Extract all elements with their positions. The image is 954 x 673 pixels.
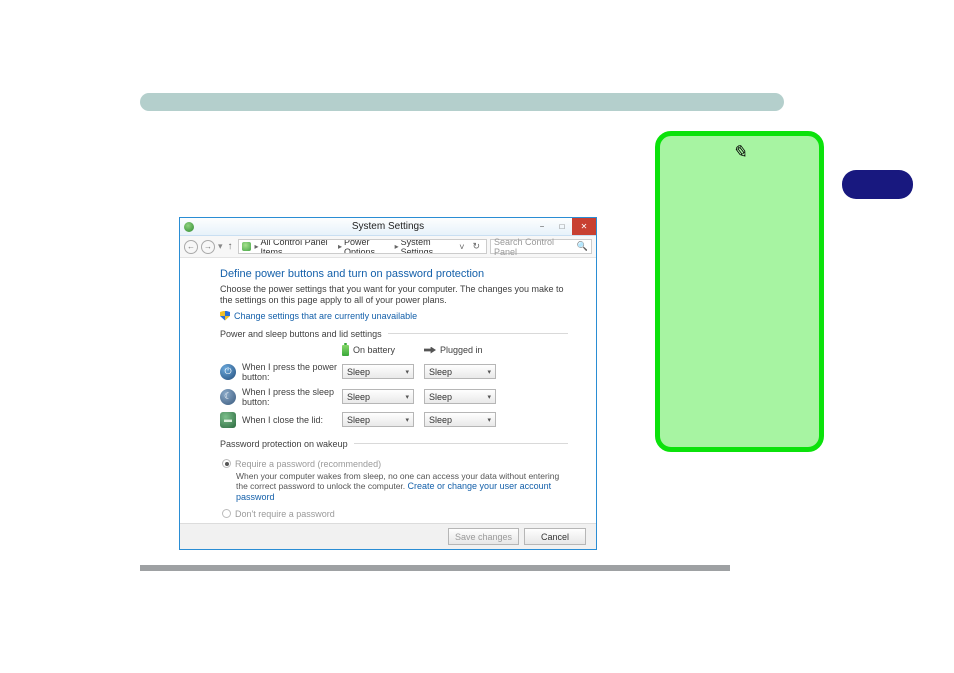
decorative-top-pill xyxy=(140,93,784,111)
dont-require-password-option: Don't require a password When your compu… xyxy=(222,509,568,523)
title-bar: System Settings − □ ✕ xyxy=(180,218,596,236)
require-password-radio xyxy=(222,459,231,468)
require-password-option: Require a password (recommended) When yo… xyxy=(222,459,568,504)
content-area: Define power buttons and turn on passwor… xyxy=(180,258,596,523)
action-bar: Save changes Cancel xyxy=(180,523,596,549)
close-lid-plugged-select[interactable]: Sleep xyxy=(424,412,496,427)
back-button[interactable]: ← xyxy=(184,240,198,254)
nav-bar: ← → ▾ ↑ ▸ All Control Panel Items ▸ Powe… xyxy=(180,236,596,258)
power-sleep-legend: Power and sleep buttons and lid settings xyxy=(220,329,388,339)
decorative-bottom-bar xyxy=(140,565,730,571)
breadcrumb-dropdown-icon[interactable]: ˅ xyxy=(456,242,467,252)
dont-require-password-radio xyxy=(222,509,231,518)
sleep-button-row: When I press the sleep button: Sleep Sle… xyxy=(220,387,568,407)
plugged-in-header: Plugged in xyxy=(424,345,506,355)
page-heading: Define power buttons and turn on passwor… xyxy=(220,268,568,280)
maximize-button[interactable]: □ xyxy=(552,218,572,235)
change-settings-link-row: Change settings that are currently unava… xyxy=(220,311,568,321)
power-button-row: When I press the power button: Sleep Sle… xyxy=(220,362,568,382)
power-button-plugged-select[interactable]: Sleep xyxy=(424,364,496,379)
breadcrumb-item[interactable]: Power Options xyxy=(344,239,393,254)
minimize-button[interactable]: − xyxy=(532,218,552,235)
decorative-blue-pill xyxy=(842,170,913,199)
close-lid-battery-select[interactable]: Sleep xyxy=(342,412,414,427)
close-lid-label: When I close the lid: xyxy=(242,415,342,425)
sleep-button-plugged-select[interactable]: Sleep xyxy=(424,389,496,404)
nav-dropdown-icon[interactable]: ▾ xyxy=(218,241,223,252)
breadcrumb[interactable]: ▸ All Control Panel Items ▸ Power Option… xyxy=(238,239,487,254)
power-button-battery-select[interactable]: Sleep xyxy=(342,364,414,379)
shield-icon xyxy=(220,311,230,321)
lid-icon xyxy=(220,412,236,428)
close-lid-row: When I close the lid: Sleep Sleep xyxy=(220,412,568,428)
plug-icon xyxy=(424,347,436,354)
battery-icon xyxy=(342,345,349,356)
power-button-label: When I press the power button: xyxy=(242,362,342,382)
pen-icon: ✎ xyxy=(732,142,747,163)
forward-button[interactable]: → xyxy=(201,240,215,254)
annotation-panel xyxy=(655,131,824,452)
app-icon xyxy=(184,222,194,232)
window-buttons: − □ ✕ xyxy=(532,218,596,235)
power-sleep-section: Power and sleep buttons and lid settings… xyxy=(220,329,568,433)
system-settings-window: System Settings − □ ✕ ← → ▾ ↑ ▸ All Cont… xyxy=(179,217,597,550)
sleep-button-label: When I press the sleep button: xyxy=(242,387,342,407)
search-placeholder: Search Control Panel xyxy=(494,237,577,257)
power-button-icon xyxy=(220,364,236,380)
on-battery-header: On battery xyxy=(342,345,424,356)
save-changes-button[interactable]: Save changes xyxy=(448,528,519,545)
require-password-label: Require a password (recommended) xyxy=(235,459,381,469)
dont-require-password-label: Don't require a password xyxy=(235,509,335,519)
close-button[interactable]: ✕ xyxy=(572,218,596,235)
search-input[interactable]: Search Control Panel 🔍 xyxy=(490,239,592,254)
password-protection-section: Password protection on wakeup Require a … xyxy=(220,439,568,524)
change-settings-link[interactable]: Change settings that are currently unava… xyxy=(234,311,417,321)
location-icon xyxy=(242,242,251,251)
require-password-desc: When your computer wakes from sleep, no … xyxy=(236,471,568,504)
refresh-icon[interactable]: ↻ xyxy=(469,241,483,252)
cancel-button[interactable]: Cancel xyxy=(524,528,586,545)
up-button[interactable]: ↑ xyxy=(226,241,235,252)
sleep-button-battery-select[interactable]: Sleep xyxy=(342,389,414,404)
sleep-button-icon xyxy=(220,389,236,405)
search-icon: 🔍 xyxy=(577,241,588,252)
breadcrumb-item[interactable]: All Control Panel Items xyxy=(261,239,336,254)
breadcrumb-item[interactable]: System Settings xyxy=(401,239,455,254)
column-headers: On battery Plugged in xyxy=(220,345,568,356)
password-protection-legend: Password protection on wakeup xyxy=(220,439,354,449)
page-subtitle: Choose the power settings that you want … xyxy=(220,284,568,307)
